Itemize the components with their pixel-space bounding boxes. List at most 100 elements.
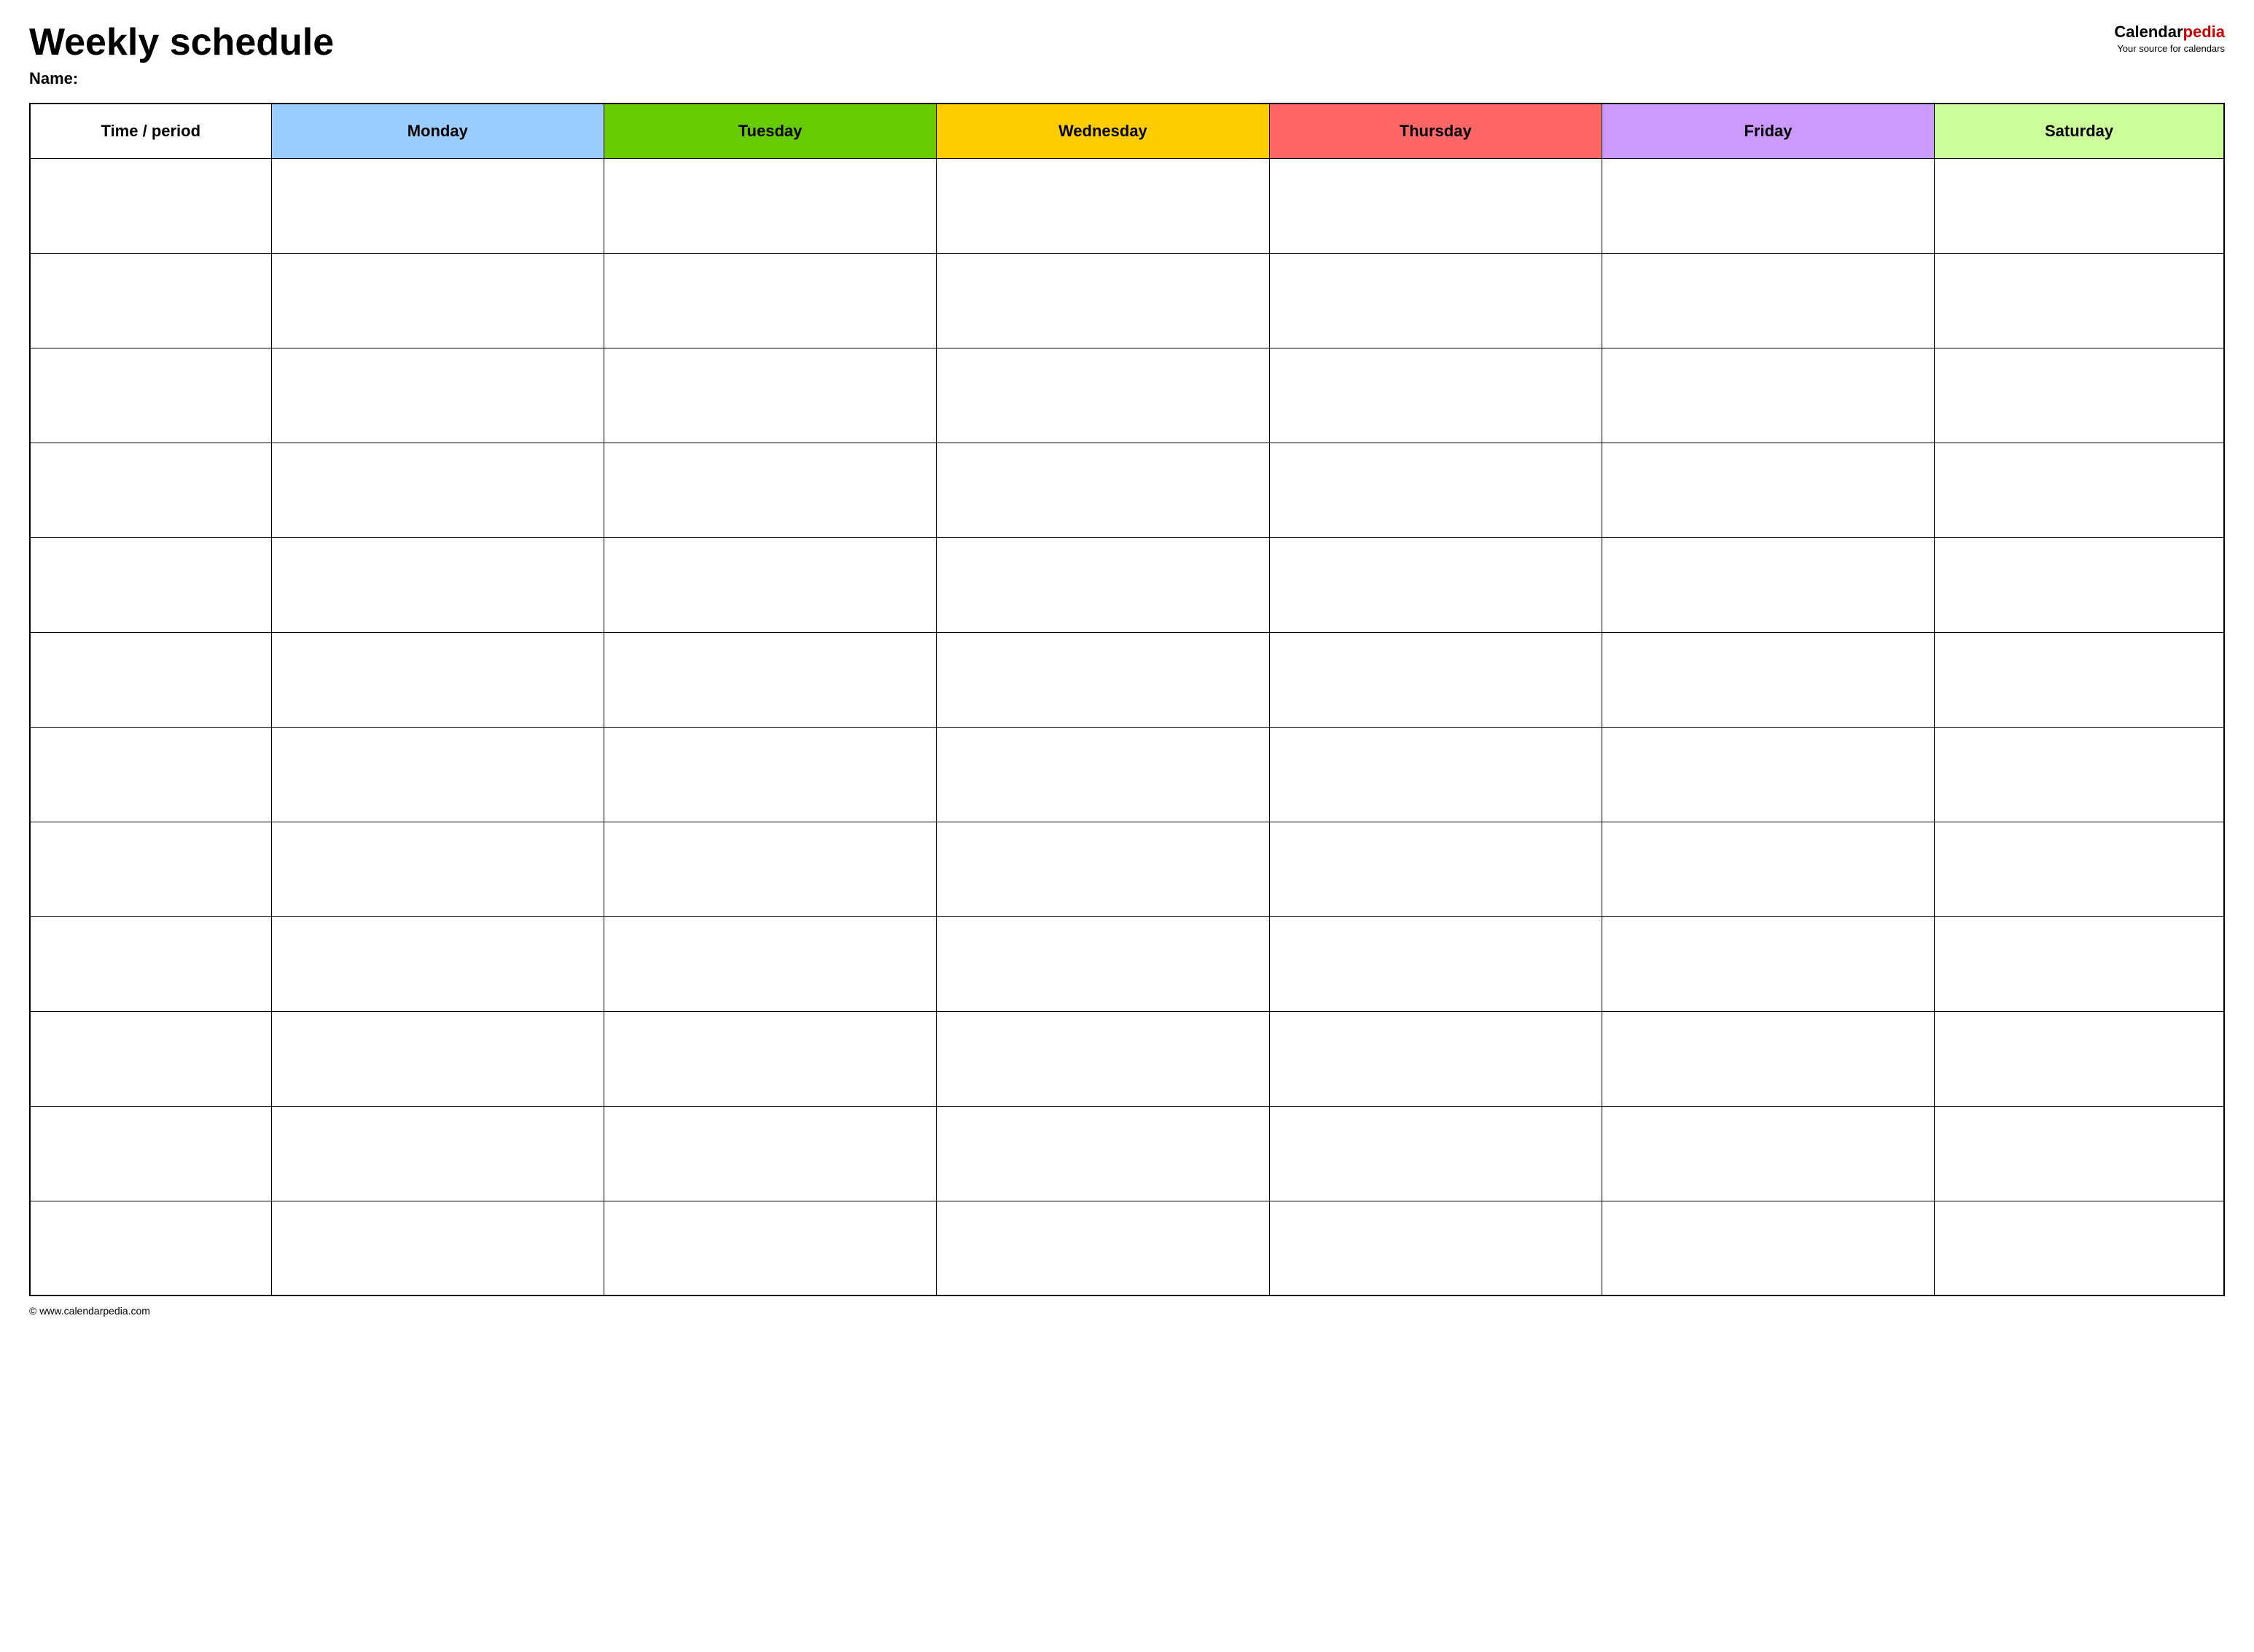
cell-thursday[interactable] bbox=[1269, 537, 1602, 632]
footer: © www.calendarpedia.com bbox=[29, 1305, 2225, 1317]
cell-saturday[interactable] bbox=[1935, 916, 2224, 1011]
time-cell[interactable] bbox=[30, 348, 271, 443]
cell-monday[interactable] bbox=[271, 1106, 604, 1201]
cell-tuesday[interactable] bbox=[604, 727, 936, 822]
cell-tuesday[interactable] bbox=[604, 253, 936, 348]
cell-monday[interactable] bbox=[271, 1201, 604, 1296]
time-cell[interactable] bbox=[30, 632, 271, 727]
cell-saturday[interactable] bbox=[1935, 158, 2224, 253]
cell-monday[interactable] bbox=[271, 537, 604, 632]
cell-wednesday[interactable] bbox=[937, 158, 1269, 253]
cell-thursday[interactable] bbox=[1269, 1201, 1602, 1296]
cell-thursday[interactable] bbox=[1269, 443, 1602, 537]
cell-monday[interactable] bbox=[271, 916, 604, 1011]
cell-saturday[interactable] bbox=[1935, 1201, 2224, 1296]
time-cell[interactable] bbox=[30, 443, 271, 537]
logo-text: Calendarpedia bbox=[2114, 22, 2225, 43]
cell-thursday[interactable] bbox=[1269, 158, 1602, 253]
logo-calendar: Calendar bbox=[2114, 23, 2183, 41]
cell-wednesday[interactable] bbox=[937, 253, 1269, 348]
table-row bbox=[30, 727, 2224, 822]
cell-tuesday[interactable] bbox=[604, 158, 936, 253]
cell-saturday[interactable] bbox=[1935, 537, 2224, 632]
cell-friday[interactable] bbox=[1602, 727, 1934, 822]
time-cell[interactable] bbox=[30, 1011, 271, 1106]
cell-saturday[interactable] bbox=[1935, 727, 2224, 822]
cell-friday[interactable] bbox=[1602, 348, 1934, 443]
cell-tuesday[interactable] bbox=[604, 537, 936, 632]
table-row bbox=[30, 348, 2224, 443]
cell-saturday[interactable] bbox=[1935, 1011, 2224, 1106]
cell-friday[interactable] bbox=[1602, 632, 1934, 727]
time-cell[interactable] bbox=[30, 253, 271, 348]
cell-monday[interactable] bbox=[271, 727, 604, 822]
cell-tuesday[interactable] bbox=[604, 443, 936, 537]
cell-wednesday[interactable] bbox=[937, 1201, 1269, 1296]
cell-friday[interactable] bbox=[1602, 1201, 1934, 1296]
table-row bbox=[30, 253, 2224, 348]
cell-friday[interactable] bbox=[1602, 253, 1934, 348]
cell-wednesday[interactable] bbox=[937, 822, 1269, 916]
cell-monday[interactable] bbox=[271, 158, 604, 253]
cell-tuesday[interactable] bbox=[604, 1106, 936, 1201]
time-cell[interactable] bbox=[30, 822, 271, 916]
table-row bbox=[30, 916, 2224, 1011]
cell-saturday[interactable] bbox=[1935, 822, 2224, 916]
cell-monday[interactable] bbox=[271, 253, 604, 348]
cell-friday[interactable] bbox=[1602, 537, 1934, 632]
cell-tuesday[interactable] bbox=[604, 1201, 936, 1296]
cell-tuesday[interactable] bbox=[604, 1011, 936, 1106]
cell-wednesday[interactable] bbox=[937, 1106, 1269, 1201]
time-cell[interactable] bbox=[30, 916, 271, 1011]
col-header-friday: Friday bbox=[1602, 104, 1934, 158]
cell-wednesday[interactable] bbox=[937, 632, 1269, 727]
cell-monday[interactable] bbox=[271, 348, 604, 443]
cell-wednesday[interactable] bbox=[937, 537, 1269, 632]
schedule-table: Time / period Monday Tuesday Wednesday T… bbox=[29, 103, 2225, 1296]
cell-saturday[interactable] bbox=[1935, 632, 2224, 727]
logo-tagline: Your source for calendars bbox=[2114, 43, 2225, 54]
cell-thursday[interactable] bbox=[1269, 253, 1602, 348]
cell-tuesday[interactable] bbox=[604, 822, 936, 916]
cell-wednesday[interactable] bbox=[937, 916, 1269, 1011]
table-row bbox=[30, 632, 2224, 727]
cell-wednesday[interactable] bbox=[937, 1011, 1269, 1106]
time-cell[interactable] bbox=[30, 537, 271, 632]
cell-thursday[interactable] bbox=[1269, 916, 1602, 1011]
cell-friday[interactable] bbox=[1602, 1011, 1934, 1106]
cell-friday[interactable] bbox=[1602, 443, 1934, 537]
cell-thursday[interactable] bbox=[1269, 1011, 1602, 1106]
cell-monday[interactable] bbox=[271, 443, 604, 537]
cell-tuesday[interactable] bbox=[604, 916, 936, 1011]
cell-saturday[interactable] bbox=[1935, 348, 2224, 443]
cell-thursday[interactable] bbox=[1269, 822, 1602, 916]
cell-thursday[interactable] bbox=[1269, 727, 1602, 822]
cell-thursday[interactable] bbox=[1269, 632, 1602, 727]
time-cell[interactable] bbox=[30, 727, 271, 822]
cell-saturday[interactable] bbox=[1935, 253, 2224, 348]
cell-thursday[interactable] bbox=[1269, 348, 1602, 443]
cell-friday[interactable] bbox=[1602, 1106, 1934, 1201]
time-cell[interactable] bbox=[30, 158, 271, 253]
cell-friday[interactable] bbox=[1602, 822, 1934, 916]
cell-monday[interactable] bbox=[271, 632, 604, 727]
cell-wednesday[interactable] bbox=[937, 348, 1269, 443]
name-label: Name: bbox=[29, 69, 2099, 88]
col-header-thursday: Thursday bbox=[1269, 104, 1602, 158]
time-cell[interactable] bbox=[30, 1201, 271, 1296]
cell-wednesday[interactable] bbox=[937, 443, 1269, 537]
time-cell[interactable] bbox=[30, 1106, 271, 1201]
cell-tuesday[interactable] bbox=[604, 632, 936, 727]
cell-wednesday[interactable] bbox=[937, 727, 1269, 822]
cell-friday[interactable] bbox=[1602, 158, 1934, 253]
table-row bbox=[30, 1201, 2224, 1296]
cell-tuesday[interactable] bbox=[604, 348, 936, 443]
cell-saturday[interactable] bbox=[1935, 1106, 2224, 1201]
table-row bbox=[30, 158, 2224, 253]
cell-thursday[interactable] bbox=[1269, 1106, 1602, 1201]
cell-saturday[interactable] bbox=[1935, 443, 2224, 537]
cell-monday[interactable] bbox=[271, 822, 604, 916]
table-row bbox=[30, 822, 2224, 916]
cell-monday[interactable] bbox=[271, 1011, 604, 1106]
cell-friday[interactable] bbox=[1602, 916, 1934, 1011]
